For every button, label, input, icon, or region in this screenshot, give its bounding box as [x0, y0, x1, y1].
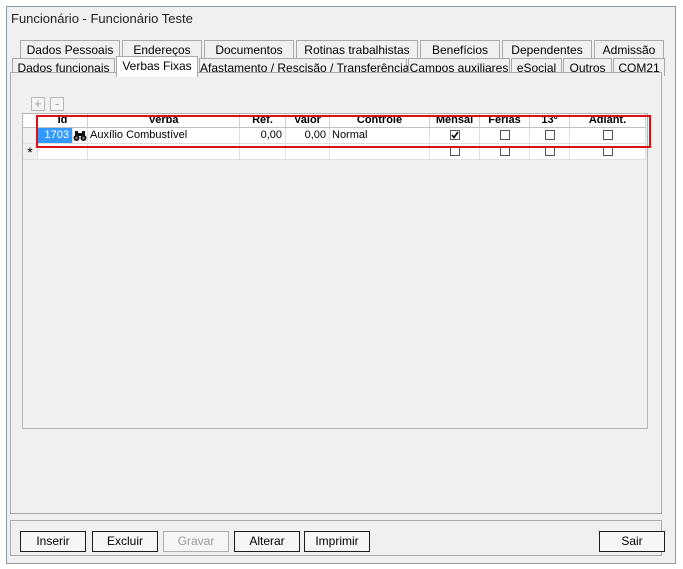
- tab-beneficios[interactable]: Benefícios: [420, 40, 500, 58]
- binoculars-icon: [73, 131, 87, 141]
- gravar-button[interactable]: Gravar: [163, 531, 229, 552]
- checkmark-icon: [451, 131, 459, 139]
- column-header-ref[interactable]: Ref.: [240, 114, 286, 128]
- new-cell-verba[interactable]: [88, 144, 240, 160]
- tab-dados-pessoais[interactable]: Dados Pessoais: [20, 40, 120, 58]
- tab-admissao[interactable]: Admissão: [594, 40, 664, 58]
- alterar-button[interactable]: Alterar: [234, 531, 300, 552]
- decimo-checkbox[interactable]: [545, 130, 555, 140]
- adiant-checkbox[interactable]: [603, 130, 613, 140]
- cell-valor[interactable]: 0,00: [286, 128, 330, 144]
- lookup-button[interactable]: [73, 128, 88, 144]
- verbas-grid: Id Verba Ref. Valor Controle Mensal Féri…: [22, 113, 648, 429]
- row-indicator-header: [23, 114, 38, 128]
- column-header-id[interactable]: Id: [38, 114, 88, 128]
- cell-controle[interactable]: Normal: [330, 128, 430, 144]
- column-header-verba[interactable]: Verba: [88, 114, 240, 128]
- cell-13: [530, 128, 570, 144]
- excluir-button[interactable]: Excluir: [92, 531, 158, 552]
- tab-verbas-fixas[interactable]: Verbas Fixas: [116, 56, 198, 77]
- column-header-ferias[interactable]: Férias: [480, 114, 530, 128]
- row-indicator[interactable]: [23, 128, 38, 144]
- add-row-button[interactable]: +: [31, 97, 45, 111]
- new-cell-controle[interactable]: [330, 144, 430, 160]
- new-row-indicator[interactable]: *: [23, 144, 38, 160]
- new-cell-ref[interactable]: [240, 144, 286, 160]
- cell-ferias: [480, 128, 530, 144]
- tab-documentos[interactable]: Documentos: [204, 40, 294, 58]
- tab-dependentes[interactable]: Dependentes: [502, 40, 592, 58]
- mensal-checkbox[interactable]: [450, 130, 460, 140]
- new-cell-13: [530, 144, 570, 160]
- new-mensal-checkbox[interactable]: [450, 146, 460, 156]
- new-ferias-checkbox[interactable]: [500, 146, 510, 156]
- new-cell-mensal: [430, 144, 480, 160]
- cell-verba[interactable]: Auxílio Combustível: [88, 128, 240, 144]
- ferias-checkbox[interactable]: [500, 130, 510, 140]
- cell-mensal: [430, 128, 480, 144]
- button-bar: Inserir Excluir Gravar Alterar Imprimir …: [10, 520, 665, 556]
- column-header-controle[interactable]: Controle: [330, 114, 430, 128]
- new-cell-valor[interactable]: [286, 144, 330, 160]
- new-cell-adiant: [570, 144, 646, 160]
- imprimir-button[interactable]: Imprimir: [304, 531, 370, 552]
- verbas-fixas-panel: + - Id Verba Ref. Valor Controle Mensal …: [10, 72, 662, 514]
- cell-ref[interactable]: 0,00: [240, 128, 286, 144]
- cell-id[interactable]: 1703: [38, 128, 73, 144]
- column-header-adiant[interactable]: Adiant.: [570, 114, 646, 128]
- tab-rotinas-trabalhistas[interactable]: Rotinas trabalhistas: [296, 40, 418, 58]
- column-header-valor[interactable]: Valor: [286, 114, 330, 128]
- cell-adiant: [570, 128, 646, 144]
- new-adiant-checkbox[interactable]: [603, 146, 613, 156]
- new-cell-ferias: [480, 144, 530, 160]
- column-header-mensal[interactable]: Mensal: [430, 114, 480, 128]
- remove-row-button[interactable]: -: [50, 97, 64, 111]
- sair-button[interactable]: Sair: [599, 531, 665, 552]
- new-decimo-checkbox[interactable]: [545, 146, 555, 156]
- inserir-button[interactable]: Inserir: [20, 531, 86, 552]
- column-header-13[interactable]: 13º: [530, 114, 570, 128]
- new-cell-id[interactable]: [38, 144, 88, 160]
- window-title: Funcionário - Funcionário Teste: [11, 11, 193, 26]
